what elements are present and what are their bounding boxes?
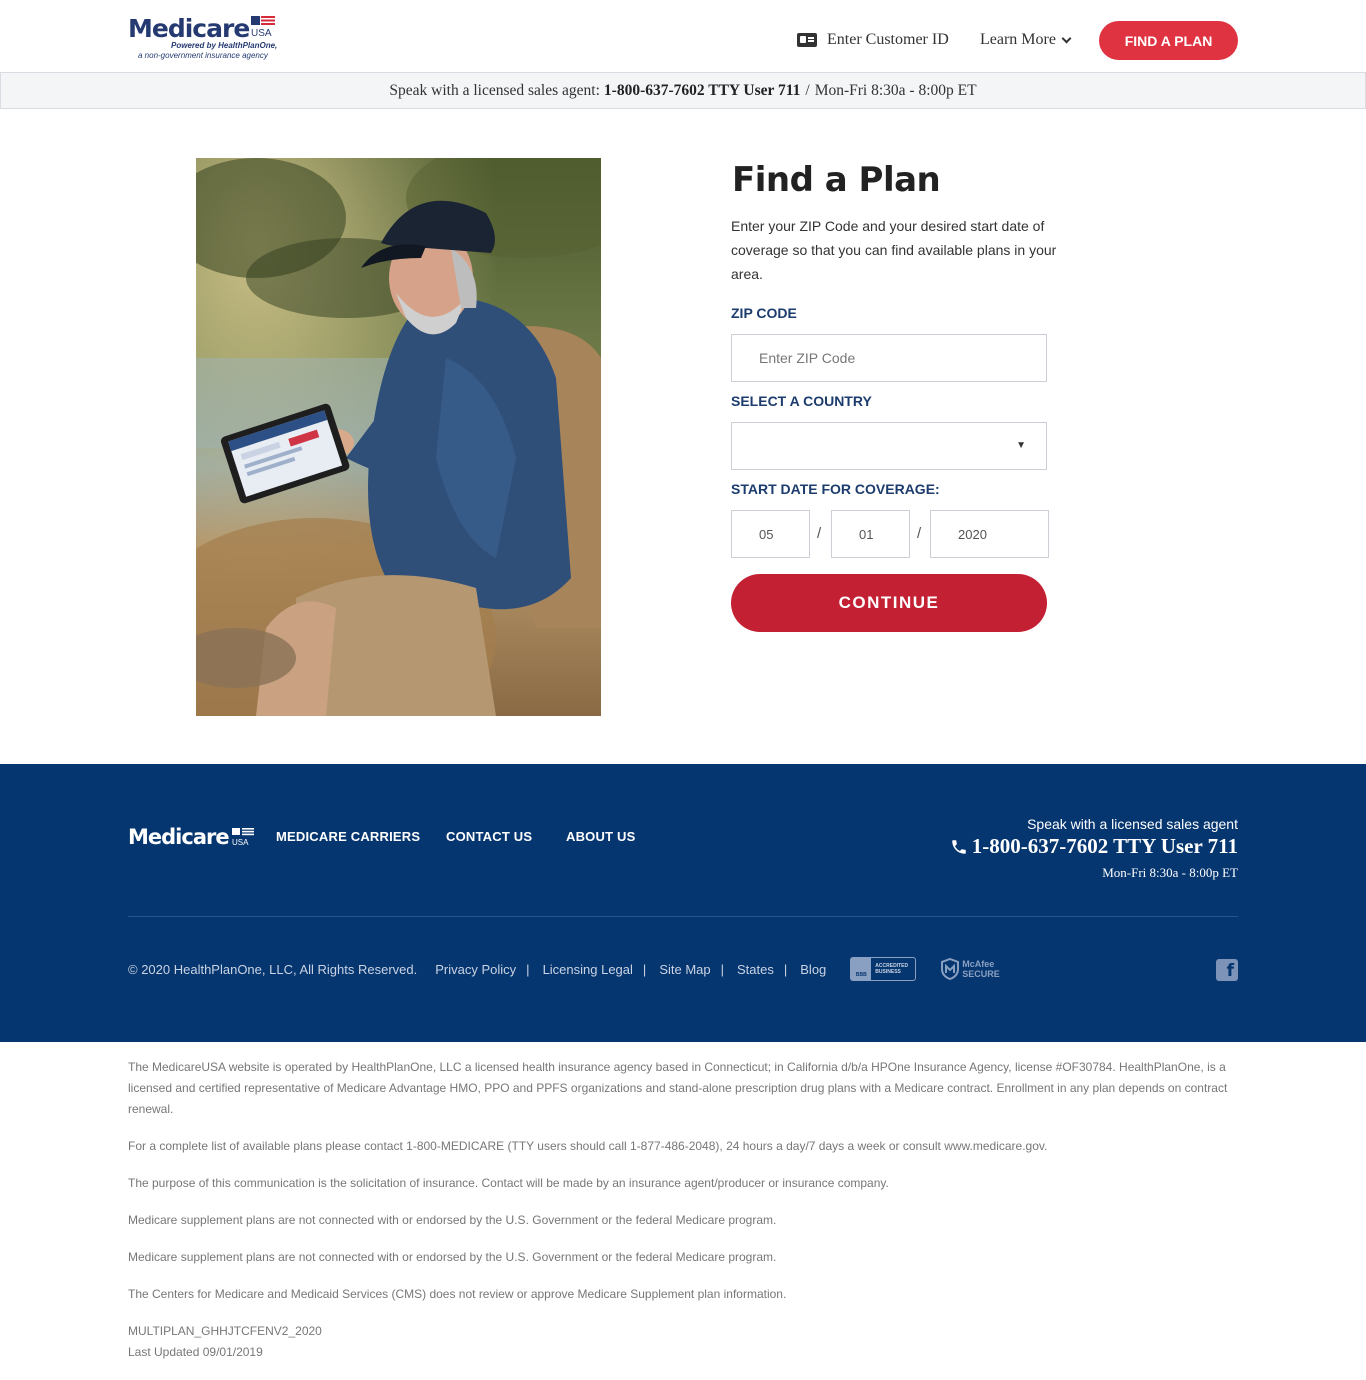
id-card-icon [797, 33, 817, 47]
last-updated: Last Updated 09/01/2019 [128, 1345, 263, 1359]
zip-code-input[interactable] [731, 334, 1047, 382]
disclaimer-paragraph: For a complete list of available plans p… [128, 1139, 1048, 1153]
date-separator: / [917, 525, 922, 542]
privacy-policy-link[interactable]: Privacy Policy [435, 962, 516, 977]
learn-more-label: Learn More [980, 31, 1056, 48]
site-header: Medicare USA Powered by HealthPlanOne, a… [0, 0, 1366, 72]
copyright: © 2020 HealthPlanOne, LLC, All Rights Re… [128, 961, 418, 977]
disclaimer-paragraph: The MedicareUSA website is operated by H… [128, 1060, 1228, 1116]
logo-usa: USA [251, 28, 272, 39]
bbb-logo-icon: BBB [851, 958, 872, 980]
learn-more-dropdown[interactable]: Learn More [980, 30, 1072, 50]
find-a-plan-button[interactable]: FIND A PLAN [1099, 21, 1238, 60]
site-footer: Medicare USA MEDICARE CARRIERS CONTACT U… [0, 764, 1366, 1042]
form-description: Enter your ZIP Code and your desired sta… [731, 218, 1057, 282]
logo-wordmark: Medicare [128, 14, 250, 43]
site-map-link[interactable]: Site Map [659, 962, 710, 977]
link-separator: | [642, 961, 647, 977]
start-date-month-input[interactable]: 05 [731, 510, 810, 558]
logo-powered-by: Powered by HealthPlanOne, [171, 41, 278, 50]
hero-photo-man-with-tablet [196, 158, 601, 716]
mcafee-text: McAfee SECURE [962, 959, 1000, 979]
link-separator: | [720, 961, 725, 977]
facebook-icon[interactable]: f [1216, 959, 1238, 981]
agent-bar-phone[interactable]: 1-800-637-7602 TTY User 711 [604, 82, 800, 100]
footer-link-contact-us[interactable]: CONTACT US [446, 829, 532, 844]
customer-id-label: Enter Customer ID [827, 31, 949, 48]
disclaimer-paragraph: Medicare supplement plans are not connec… [128, 1250, 777, 1264]
footer-phone-link[interactable]: 1-800-637-7602 TTY User 711 [950, 834, 1238, 859]
states-link[interactable]: States [737, 962, 774, 977]
continue-button[interactable]: CONTINUE [731, 574, 1047, 632]
mcafee-secure-badge[interactable]: McAfee SECURE [940, 958, 1000, 980]
country-label: SELECT A COUNTRY [731, 393, 872, 409]
agent-contact-bar: Speak with a licensed sales agent: 1-800… [0, 72, 1366, 109]
start-date-label: START DATE FOR COVERAGE: [731, 481, 940, 497]
footer-link-about-us[interactable]: ABOUT US [566, 829, 636, 844]
link-separator: | [783, 961, 788, 977]
footer-divider [128, 916, 1238, 917]
licensing-legal-link[interactable]: Licensing Legal [543, 962, 633, 977]
phone-icon [952, 839, 966, 854]
zip-code-label: ZIP CODE [731, 305, 797, 321]
caret-down-icon: ▼ [1016, 440, 1026, 451]
disclaimer-paragraph: Medicare supplement plans are not connec… [128, 1213, 777, 1227]
country-select[interactable]: ▼ [731, 422, 1047, 470]
mcafee-shield-icon [941, 958, 960, 980]
date-separator: / [817, 525, 822, 542]
agent-bar-prefix: Speak with a licensed sales agent: [389, 81, 600, 99]
hero-image [196, 158, 601, 716]
agent-bar-separator: / [805, 81, 810, 99]
mcafee-line-2: SECURE [962, 969, 1000, 979]
footer-speak-label: Speak with a licensed sales agent [1027, 816, 1238, 832]
footer-bottom-bar: © 2020 HealthPlanOne, LLC, All Rights Re… [128, 957, 1000, 981]
chevron-down-icon [1061, 33, 1072, 43]
footer-logo-usa: USA [232, 838, 249, 847]
medicare-usa-logo[interactable]: Medicare USA Powered by HealthPlanOne, a… [128, 14, 288, 62]
footer-link-medicare-carriers[interactable]: MEDICARE CARRIERS [276, 829, 420, 844]
start-date-year-input[interactable]: 2020 [930, 510, 1049, 558]
bbb-badge-text: ACCREDITED BUSINESS [871, 963, 908, 975]
disclaimer-code: MULTIPLAN_GHHJTCFENV2_2020 [128, 1324, 322, 1338]
footer-logo[interactable]: Medicare [128, 825, 230, 849]
link-separator: | [526, 961, 530, 977]
blog-link[interactable]: Blog [800, 962, 826, 977]
enter-customer-id-link[interactable]: Enter Customer ID [797, 30, 949, 50]
page-title: Find a Plan [732, 160, 941, 200]
disclaimer-paragraph: The Centers for Medicare and Medicaid Se… [128, 1287, 787, 1301]
mcafee-line-1: McAfee [962, 959, 995, 969]
bbb-accredited-badge[interactable]: BBB ACCREDITED BUSINESS [850, 957, 917, 981]
logo-tagline: a non-government insurance agency [138, 51, 268, 60]
start-date-day-input[interactable]: 01 [831, 510, 910, 558]
disclaimer-paragraph: The purpose of this communication is the… [128, 1176, 889, 1190]
footer-hours: Mon-Fri 8:30a - 8:00p ET [1102, 865, 1238, 880]
footer-phone-number: 1-800-637-7602 TTY User 711 [971, 834, 1238, 858]
agent-bar-hours: Mon-Fri 8:30a - 8:00p ET [814, 81, 977, 99]
bbb-line-2: BUSINESS [875, 969, 901, 975]
